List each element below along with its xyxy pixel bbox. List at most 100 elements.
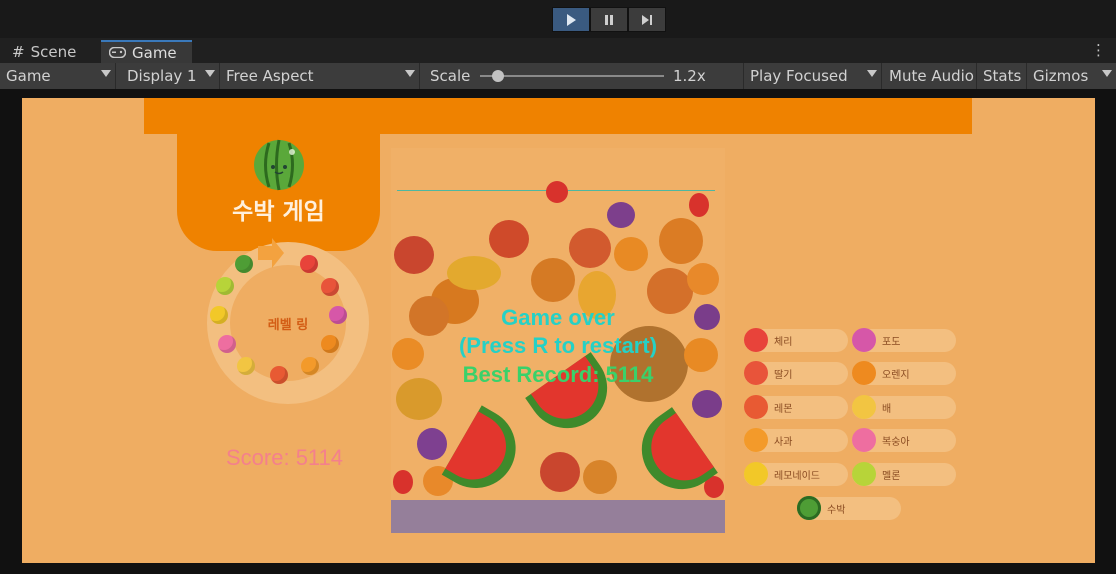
apple-sprite — [489, 220, 529, 258]
gamepad-icon — [109, 47, 126, 58]
legend-pear: 배 — [852, 395, 956, 419]
orange-sprite — [583, 460, 617, 494]
chevron-down-icon — [101, 70, 111, 77]
pause-icon — [605, 14, 613, 25]
grape-sprite — [607, 202, 635, 228]
ring-peach-icon — [218, 335, 236, 353]
chevron-down-icon — [1102, 70, 1112, 77]
level-ring: 레벨 링 — [207, 242, 369, 404]
tab-game-label: Game — [132, 43, 177, 62]
display-dropdown-label: Display 1 — [127, 67, 197, 85]
play-mode-dropdown[interactable]: Play Focused — [744, 63, 882, 89]
play-mode-label: Play Focused — [750, 67, 848, 85]
restart-hint: (Press R to restart) — [458, 333, 658, 358]
more-options-icon[interactable]: ⋮ — [1091, 41, 1106, 59]
step-button[interactable] — [628, 7, 666, 32]
orange-sprite — [687, 263, 719, 295]
ring-lemon-icon — [270, 366, 288, 384]
legend-peach: 복숭아 — [852, 428, 956, 452]
watermelon-logo-icon — [254, 139, 304, 191]
mute-audio-toggle[interactable]: Mute Audio — [883, 63, 977, 89]
aspect-dropdown-label: Free Aspect — [226, 67, 314, 85]
legend-lemon: 레몬 — [744, 395, 848, 419]
lemonade-icon — [744, 462, 768, 486]
legend-label: 복숭아 — [882, 437, 910, 448]
ring-melon-icon — [216, 277, 234, 295]
legend-cherry: 체리 — [744, 328, 848, 352]
legend-orange: 오렌지 — [852, 361, 956, 385]
game-title: 수박 게임 — [232, 199, 325, 225]
pear-icon — [852, 395, 876, 419]
top-band — [144, 98, 972, 134]
tab-scene[interactable]: # Scene — [4, 40, 100, 63]
apple-sprite — [540, 452, 580, 492]
ring-grape-icon — [329, 306, 347, 324]
ring-cherry-icon — [300, 255, 318, 273]
ring-orange-icon — [321, 335, 339, 353]
chevron-down-icon — [205, 70, 215, 77]
tab-game[interactable]: Game — [101, 40, 192, 63]
orange-sprite — [614, 237, 648, 271]
editor-toolbar — [0, 0, 1116, 38]
legend-label: 멜론 — [882, 471, 901, 482]
hash-icon: # — [12, 42, 25, 61]
playmode-controls — [552, 7, 666, 32]
display-dropdown[interactable]: Display 1 — [121, 63, 220, 89]
legend-melon: 멜론 — [852, 462, 956, 486]
strawberry-sprite — [689, 193, 709, 217]
gizmos-label: Gizmos — [1033, 67, 1089, 85]
aspect-dropdown[interactable]: Free Aspect — [220, 63, 420, 89]
title-banner: 수박 게임 — [177, 134, 380, 251]
legend-label: 배 — [882, 404, 892, 415]
scale-value: 1.2x — [673, 67, 706, 85]
legend-grape: 포도 — [852, 328, 956, 352]
apple-icon — [744, 428, 768, 452]
legend-watermelon: 수박 — [797, 496, 901, 520]
legend-label: 수박 — [827, 505, 846, 516]
floor — [391, 500, 725, 533]
legend-label: 딸기 — [774, 370, 793, 381]
lemon-icon — [744, 395, 768, 419]
scale-slider-thumb[interactable] — [492, 70, 505, 82]
score-text: Score: 5114 — [226, 445, 344, 470]
ring-strawberry-icon — [321, 278, 339, 296]
peach-icon — [852, 428, 876, 452]
grape-icon — [852, 328, 876, 352]
strawberry-sprite — [393, 470, 413, 494]
view-dropdown-label: Game — [6, 67, 51, 85]
legend-label: 레모네이드 — [774, 471, 820, 482]
play-icon — [567, 13, 576, 26]
strawberry-icon — [744, 361, 768, 385]
orange-sprite — [531, 258, 575, 302]
legend-label: 레몬 — [774, 404, 793, 415]
orange-sprite — [659, 218, 703, 264]
legend-label: 사과 — [774, 437, 793, 448]
play-button[interactable] — [552, 7, 590, 32]
game-canvas[interactable]: 수박 게임 레벨 링 Score: 5114 Game over (Press … — [22, 98, 1095, 563]
best-record-text: Best Record: 5114 — [462, 362, 654, 387]
grape-sprite — [417, 428, 447, 460]
chevron-down-icon — [405, 70, 415, 77]
legend-strawberry: 딸기 — [744, 361, 848, 385]
gizmos-dropdown[interactable]: Gizmos — [1027, 63, 1116, 89]
ring-apple-icon — [301, 357, 319, 375]
stats-label: Stats — [983, 67, 1022, 85]
step-icon — [642, 14, 652, 25]
game-over-title: Game over — [501, 305, 615, 330]
legend-lemonade: 레모네이드 — [744, 462, 848, 486]
ring-lemonade-icon — [210, 306, 228, 324]
scale-slider[interactable] — [480, 70, 664, 82]
orange-icon — [852, 361, 876, 385]
pause-button[interactable] — [590, 7, 628, 32]
stats-toggle[interactable]: Stats — [977, 63, 1027, 89]
ring-watermelon-icon — [235, 255, 253, 273]
cherry-icon — [744, 328, 768, 352]
apple-sprite — [394, 236, 434, 274]
view-dropdown[interactable]: Game — [0, 63, 116, 89]
apple-sprite — [569, 228, 611, 268]
scale-control: Scale 1.2x — [424, 63, 744, 89]
legend-label: 체리 — [774, 337, 793, 348]
scale-label: Scale — [430, 67, 471, 85]
game-view-toolbar: Game Display 1 Free Aspect Scale 1.2x Pl… — [0, 63, 1116, 89]
chevron-down-icon — [867, 70, 877, 77]
